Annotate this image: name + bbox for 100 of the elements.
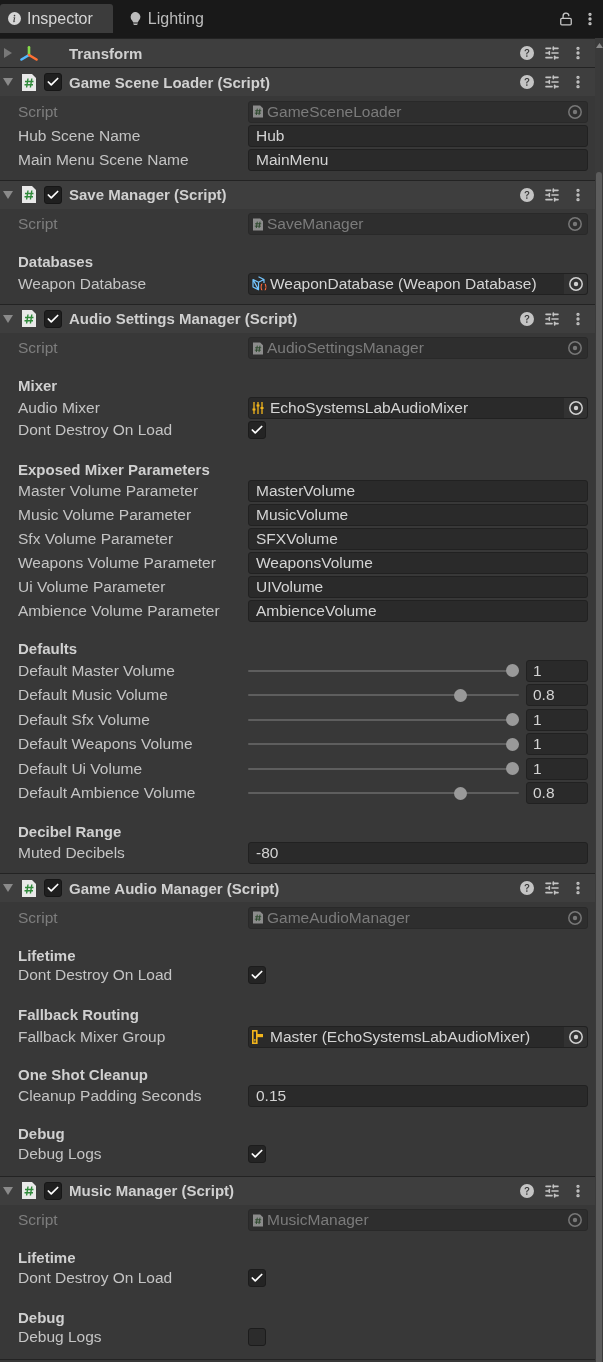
info-icon — [8, 12, 21, 25]
sliders-icon[interactable] — [544, 45, 560, 61]
text-field[interactable]: 0.15 — [248, 1085, 588, 1107]
text-field[interactable]: -80 — [248, 842, 588, 864]
enable-checkbox[interactable] — [44, 185, 62, 204]
slider-thumb[interactable] — [454, 786, 468, 800]
slider-track[interactable] — [248, 664, 519, 678]
number-field[interactable]: 1 — [526, 708, 588, 731]
field-label: Script — [18, 102, 59, 121]
section-heading: Databases — [17, 252, 94, 272]
foldout-triangle-icon[interactable] — [4, 48, 12, 58]
text-field[interactable]: AmbienceVolume — [248, 600, 588, 622]
component-title: Music Manager (Script) — [69, 1182, 235, 1199]
field-label: Script — [18, 339, 59, 357]
checkbox[interactable] — [248, 966, 266, 984]
field-label: Ui Volume Parameter — [18, 578, 167, 596]
field-label: Master Volume Parameter — [18, 482, 200, 500]
scroll-up-arrow-icon[interactable] — [595, 43, 603, 48]
slider-thumb[interactable] — [506, 762, 519, 776]
slider-track[interactable] — [248, 713, 519, 727]
section-heading: Debug — [17, 1124, 65, 1144]
field-label: Weapon Database — [18, 274, 148, 293]
text-field[interactable]: MainMenu — [248, 148, 588, 171]
sliders-icon[interactable] — [544, 186, 560, 203]
slider-thumb[interactable] — [506, 713, 519, 727]
field-label: Dont Destroy On Load — [18, 1268, 174, 1287]
sliders-icon[interactable] — [544, 880, 560, 896]
text-field[interactable]: SFXVolume — [248, 528, 588, 550]
foldout-triangle-icon[interactable] — [3, 1186, 13, 1195]
number-field[interactable]: 1 — [526, 733, 588, 756]
sliders-icon[interactable] — [544, 1182, 560, 1199]
lock-icon[interactable] — [559, 11, 573, 26]
number-field[interactable]: 1 — [526, 659, 588, 682]
component-header[interactable]: Music Manager (Script) — [0, 1175, 595, 1205]
foldout-triangle-icon[interactable] — [3, 884, 13, 892]
section-heading: Debug — [17, 1307, 65, 1327]
slider-thumb[interactable] — [454, 688, 468, 702]
foldout-triangle-icon[interactable] — [3, 314, 13, 323]
sliders-icon[interactable] — [544, 310, 560, 327]
slider-track[interactable] — [248, 762, 519, 776]
section-heading: Fallback Routing — [17, 1005, 139, 1025]
slider-thumb[interactable] — [506, 664, 519, 678]
axes-icon — [20, 45, 38, 61]
script-file-icon — [22, 186, 36, 203]
slider-thumb[interactable] — [506, 737, 519, 751]
field-label: Audio Mixer — [18, 398, 101, 417]
help-icon[interactable] — [520, 311, 534, 326]
enable-checkbox[interactable] — [44, 73, 62, 91]
help-icon[interactable] — [520, 187, 534, 202]
checkbox[interactable] — [248, 1328, 266, 1346]
field-label: Sfx Volume Parameter — [18, 530, 175, 548]
slider-track[interactable] — [248, 737, 519, 751]
slider-track[interactable] — [248, 688, 519, 702]
text-field[interactable]: Hub — [248, 124, 588, 147]
enable-checkbox[interactable] — [44, 309, 62, 328]
object-field[interactable]: WeaponDatabase (Weapon Database) — [248, 272, 588, 295]
foldout-triangle-icon[interactable] — [3, 78, 13, 86]
text-field[interactable]: WeaponsVolume — [248, 552, 588, 574]
enable-checkbox[interactable] — [44, 1181, 62, 1200]
foldout-triangle-icon[interactable] — [3, 190, 13, 199]
section-heading: Defaults — [17, 639, 78, 659]
help-icon[interactable] — [520, 75, 534, 89]
panel-tab[interactable]: Inspector — [0, 4, 113, 33]
number-field[interactable]: 1 — [526, 757, 588, 780]
sliders-icon[interactable] — [544, 74, 560, 90]
object-field[interactable]: Master (EchoSystemsLabAudioMixer) — [248, 1025, 588, 1048]
object-field[interactable]: EchoSystemsLabAudioMixer — [248, 396, 588, 419]
script-file-icon — [253, 1213, 263, 1227]
number-field[interactable]: 0.8 — [526, 782, 588, 805]
component-title: Game Audio Manager (Script) — [69, 879, 280, 897]
scrollbar-thumb[interactable] — [596, 172, 602, 1362]
object-picker-button[interactable] — [564, 1026, 587, 1047]
help-icon[interactable] — [520, 881, 534, 895]
text-field[interactable]: UIVolume — [248, 576, 588, 598]
checkbox[interactable] — [248, 1144, 266, 1163]
help-icon[interactable] — [520, 1183, 534, 1198]
component-header[interactable]: Transform — [0, 38, 595, 67]
cube-icon — [252, 276, 267, 291]
object-picker-button[interactable] — [564, 397, 587, 418]
checkbox[interactable] — [248, 420, 266, 439]
field-label: Main Menu Scene Name — [18, 150, 190, 169]
component-header[interactable]: Game Scene Loader (Script) — [0, 67, 595, 96]
enable-checkbox[interactable] — [44, 879, 62, 897]
component-header[interactable]: Save Manager (Script) — [0, 179, 595, 209]
script-file-icon — [22, 879, 36, 897]
component-header[interactable]: Game Audio Manager (Script) — [0, 873, 595, 902]
component-header[interactable]: Audio Settings Manager (Script) — [0, 303, 595, 333]
field-label: Script — [18, 1211, 59, 1229]
target-icon — [568, 1029, 583, 1044]
text-field[interactable]: MusicVolume — [248, 504, 588, 526]
slider-track[interactable] — [248, 786, 519, 800]
help-icon[interactable] — [520, 46, 534, 60]
panel-tab[interactable]: Lighting — [120, 4, 224, 33]
number-field[interactable]: 0.8 — [526, 684, 588, 707]
field-label: Hub Scene Name — [18, 126, 142, 145]
checkbox[interactable] — [248, 1268, 266, 1287]
text-field[interactable]: MasterVolume — [248, 480, 588, 502]
object-picker-button[interactable] — [564, 273, 587, 294]
field-label: Default Music Volume — [18, 686, 169, 705]
field-label: Script — [18, 215, 59, 233]
